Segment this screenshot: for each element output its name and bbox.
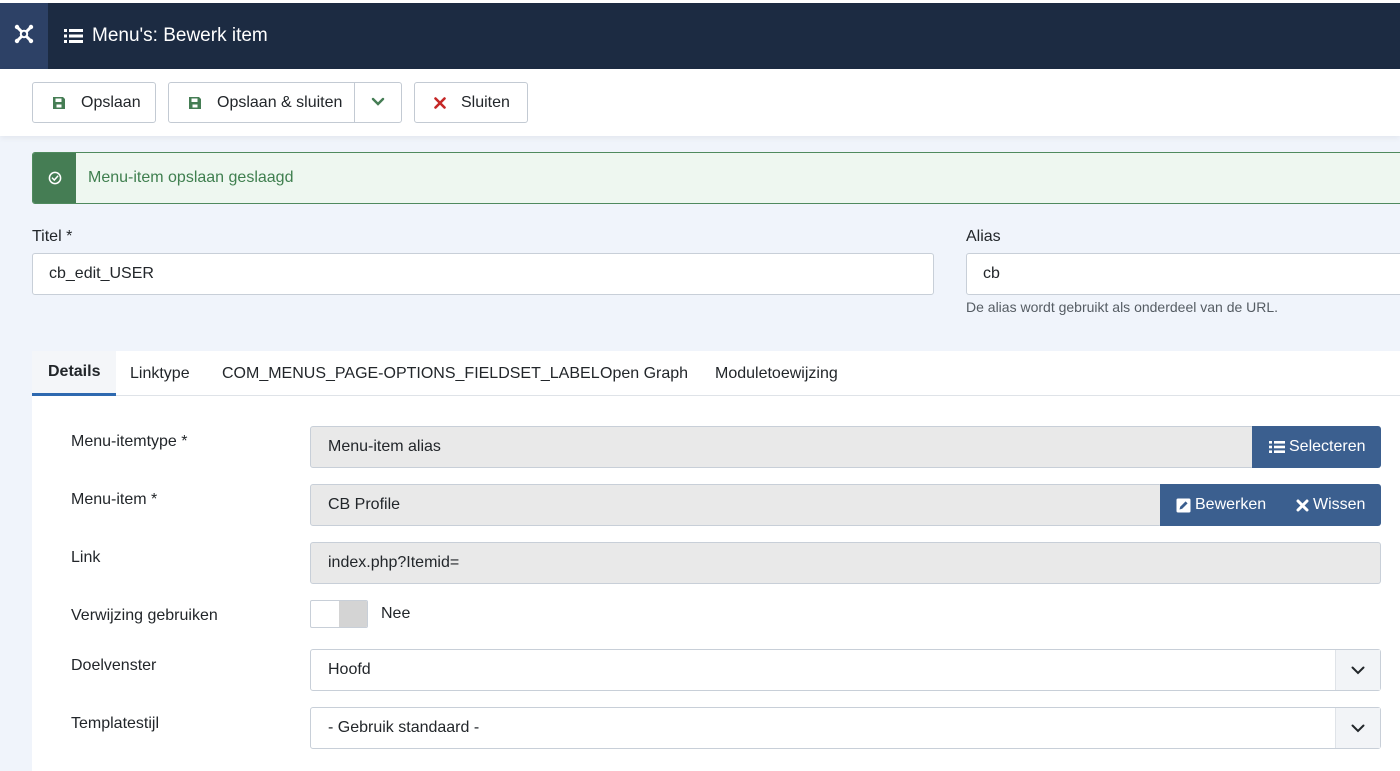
tab-page-options[interactable]: COM_MENUS_PAGE-OPTIONS_FIELDSET_LABEL [222, 351, 600, 396]
menu-item-label: Menu-item * [71, 491, 158, 508]
floppy-disk-icon [188, 96, 202, 110]
tab-open-graph[interactable]: Open Graph [600, 351, 688, 396]
toolbar: Opslaan Opslaan & sluiten Sluiten [0, 69, 1400, 136]
header-bar: Menu's: Bewerk item [0, 0, 1400, 69]
page-title: Menu's: Bewerk item [64, 3, 268, 69]
tab-module-assignment[interactable]: Moduletoewijzing [715, 351, 838, 396]
alias-input[interactable] [966, 253, 1400, 295]
toggle-knob [339, 601, 367, 627]
save-close-button-group: Opslaan & sluiten [168, 82, 402, 123]
save-button[interactable]: Opslaan [32, 82, 156, 123]
menu-itemtype-field: Menu-item alias [310, 426, 1254, 468]
alert-message: Menu-item opslaan geslaagd [88, 169, 294, 186]
target-window-value: Hoofd [328, 661, 371, 678]
target-window-select[interactable]: Hoofd [310, 649, 1381, 691]
chevron-down-icon [1335, 708, 1380, 748]
chevron-down-icon [1335, 650, 1380, 690]
target-window-label: Doelvenster [71, 657, 157, 674]
link-field: index.php?Itemid= [310, 542, 1381, 584]
title-input[interactable] [32, 253, 934, 295]
tab-bar: Details Linktype COM_MENUS_PAGE-OPTIONS_… [32, 351, 1400, 396]
menu-item-field: CB Profile [310, 484, 1162, 526]
joomla-logo-icon [13, 23, 35, 50]
edit-menu-item-button[interactable]: Bewerken [1160, 484, 1280, 526]
title-label: Titel * [32, 228, 73, 245]
save-options-dropdown-toggle[interactable] [355, 83, 401, 122]
close-button[interactable]: Sluiten [414, 82, 528, 123]
check-circle-icon [33, 153, 76, 203]
page-title-text: Menu's: Bewerk item [92, 25, 268, 46]
template-style-value: - Gebruik standaard - [328, 719, 480, 736]
select-type-button-label: Selecteren [1289, 438, 1366, 455]
x-icon [1296, 499, 1309, 512]
x-icon [434, 96, 446, 109]
link-label: Link [71, 549, 101, 566]
clear-menu-item-button[interactable]: Wissen [1280, 484, 1381, 526]
list-icon [1269, 440, 1285, 454]
chevron-down-icon [371, 94, 385, 112]
tab-linktype[interactable]: Linktype [130, 351, 190, 396]
redirect-toggle[interactable] [310, 600, 368, 628]
template-style-select[interactable]: - Gebruik standaard - [310, 707, 1381, 749]
save-close-button[interactable]: Opslaan & sluiten [217, 94, 342, 112]
redirect-toggle-state: Nee [381, 605, 411, 622]
list-icon [64, 28, 83, 44]
tab-details[interactable]: Details [32, 351, 117, 396]
save-button-label: Opslaan [81, 93, 141, 111]
edit-menu-item-button-label: Bewerken [1195, 496, 1267, 513]
alias-hint: De alias wordt gebruikt als onderdeel va… [966, 299, 1279, 315]
alias-label: Alias [966, 228, 1001, 245]
success-alert: Menu-item opslaan geslaagd [32, 152, 1400, 204]
edit-icon [1176, 498, 1191, 513]
joomla-logo[interactable] [0, 3, 48, 69]
menu-itemtype-label: Menu-itemtype * [71, 433, 188, 450]
floppy-disk-icon [52, 96, 66, 110]
redirect-label: Verwijzing gebruiken [71, 607, 218, 624]
template-style-label: Templatestijl [71, 715, 160, 732]
select-type-button[interactable]: Selecteren [1252, 426, 1381, 468]
clear-menu-item-button-label: Wissen [1313, 496, 1366, 513]
close-button-label: Sluiten [461, 93, 510, 111]
